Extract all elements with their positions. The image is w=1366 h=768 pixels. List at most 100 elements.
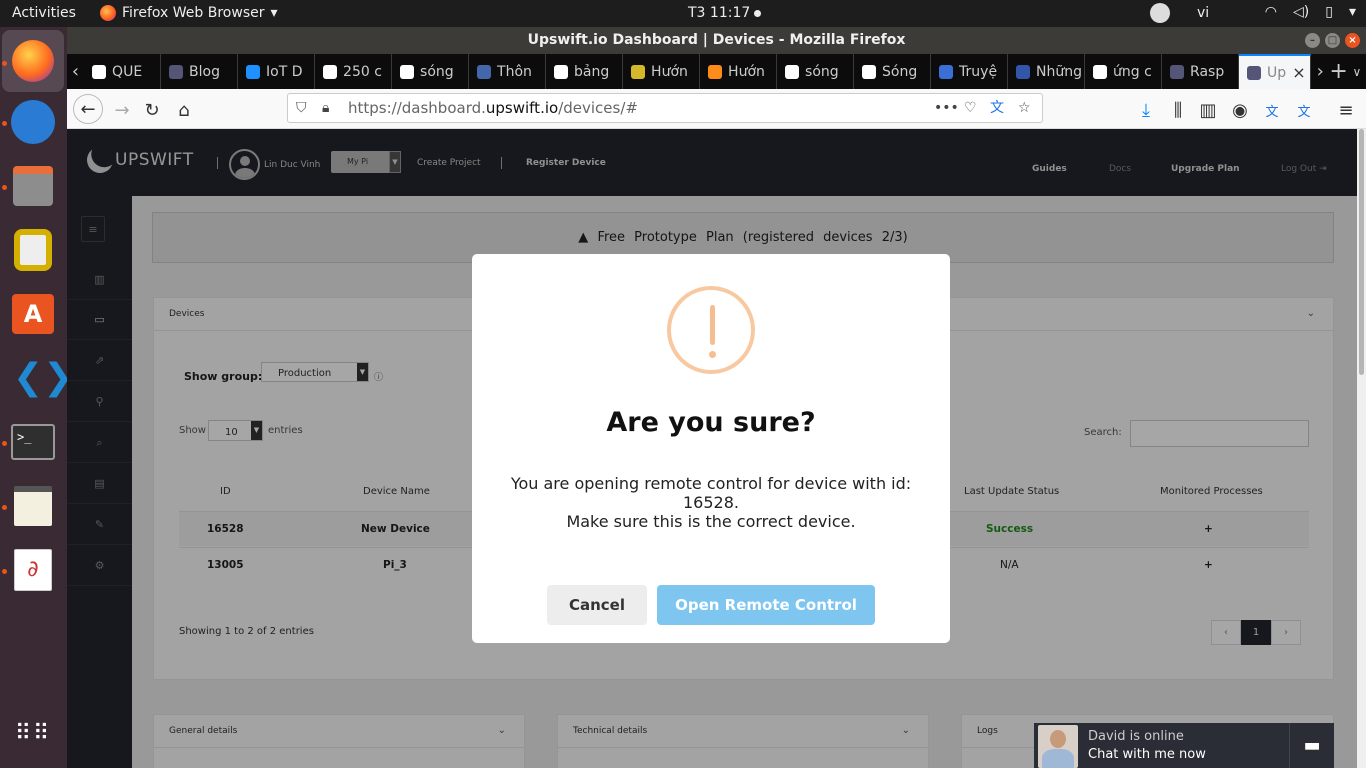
minimize-button[interactable]: –	[1305, 33, 1320, 48]
accessibility-icon[interactable]	[1150, 3, 1170, 23]
dialog-title: Are you sure?	[606, 407, 816, 438]
app-menu[interactable]: Firefox Web Browser ▾	[100, 5, 278, 21]
home-button[interactable]: ⌂	[171, 97, 197, 123]
extension-google-translate-icon[interactable]: 文	[1291, 97, 1317, 123]
modal-backdrop-header[interactable]	[67, 129, 1357, 196]
favicon-icon	[785, 64, 800, 79]
dock-rhythmbox[interactable]	[8, 225, 58, 275]
browser-tab[interactable]: Rasp	[1162, 54, 1240, 89]
tab-scroll-right-button[interactable]: ›	[1311, 54, 1329, 89]
translate-icon[interactable]: 文	[990, 94, 1004, 122]
browser-tab[interactable]: bảng	[546, 54, 624, 89]
tab-label: Truyệ	[959, 63, 998, 80]
favicon-icon	[1016, 64, 1031, 79]
system-menu[interactable]: ◠ ◁) ▯ ▾	[1265, 4, 1356, 20]
menu-icon[interactable]: ≡	[1333, 97, 1359, 123]
browser-tab[interactable]: Truyệ	[931, 54, 1009, 89]
dialog-message-line: You are opening remote control for devic…	[510, 474, 912, 512]
tab-strip: ‹ QUE Blog IoT D 250 c sóng Thôn bảng Hướn Hướn s…	[67, 54, 1366, 89]
dock-thunderbird[interactable]	[8, 97, 58, 147]
browser-tab[interactable]: Những	[1008, 54, 1086, 89]
tracking-protection-icon[interactable]: ⛉	[296, 94, 307, 122]
window-titlebar: Upswift.io Dashboard | Devices - Mozilla…	[67, 27, 1366, 54]
dock-terminal[interactable]: >_	[8, 417, 58, 467]
dock-software[interactable]: A	[8, 289, 58, 339]
running-indicator	[2, 441, 7, 446]
url-bar[interactable]: ⛉ 🔒︎ https://dashboard.upswift.io/device…	[287, 93, 1043, 123]
bookmark-star-icon[interactable]: ☆	[1018, 94, 1031, 122]
firefox-icon	[100, 5, 116, 21]
running-indicator	[2, 61, 7, 66]
wifi-icon: ◠	[1264, 4, 1278, 20]
tab-label: Up	[1267, 64, 1287, 81]
running-indicator	[2, 121, 7, 126]
terminal-icon: >_	[11, 424, 55, 460]
sidebar-toggle-icon[interactable]: ▥	[1195, 97, 1221, 123]
vscode-icon: ❮❯	[13, 357, 74, 398]
dock-vscode[interactable]: ❮❯	[8, 353, 74, 403]
library-icon[interactable]: ⫼	[1165, 97, 1191, 123]
browser-tab[interactable]: Thôn	[469, 54, 547, 89]
extension-translate-icon[interactable]: 文	[1259, 97, 1285, 123]
url-host: upswift.io	[485, 99, 559, 117]
tab-label: 250 c	[343, 63, 382, 80]
clock[interactable]: T3 11:17	[688, 5, 761, 21]
chat-widget[interactable]: David is online Chat with me now ▬	[1034, 723, 1334, 768]
tab-list-button[interactable]: ∨	[1348, 54, 1366, 89]
browser-tab[interactable]: Blog	[161, 54, 239, 89]
favicon-icon	[400, 64, 415, 79]
chevron-down-icon: ▾	[1348, 4, 1356, 20]
activities-button[interactable]: Activities	[12, 5, 76, 21]
scrollbar-thumb[interactable]	[1359, 129, 1364, 375]
volume-icon: ◁)	[1293, 4, 1310, 20]
browser-tab[interactable]: 250 c	[315, 54, 393, 89]
open-remote-control-button[interactable]: Open Remote Control	[657, 585, 875, 625]
tab-scroll-left-button[interactable]: ‹	[67, 54, 84, 89]
chevron-down-icon: ▾	[270, 5, 278, 21]
close-tab-icon[interactable]: ×	[1292, 63, 1305, 82]
page-scrollbar[interactable]	[1357, 129, 1366, 768]
browser-tab[interactable]: sóng	[392, 54, 470, 89]
account-icon[interactable]: ◉	[1227, 97, 1253, 123]
browser-tab[interactable]: Sóng	[854, 54, 932, 89]
tab-label: Rasp	[1190, 63, 1225, 80]
page-actions-icon[interactable]: •••	[934, 94, 959, 122]
url-prefix: https://dashboard.	[348, 99, 486, 117]
favicon-icon	[323, 64, 338, 79]
dock-files[interactable]	[8, 161, 58, 211]
favicon-icon	[477, 64, 492, 79]
show-applications-button[interactable]: ⠿⠿	[8, 709, 58, 759]
browser-tab[interactable]: Up ×	[1239, 54, 1312, 89]
window-title: Upswift.io Dashboard | Devices - Mozilla…	[527, 32, 906, 48]
maximize-button[interactable]: □	[1325, 33, 1340, 48]
chat-bubble-icon[interactable]: ▬	[1289, 723, 1334, 768]
cancel-button[interactable]: Cancel	[547, 585, 647, 625]
lock-icon[interactable]: 🔒︎	[322, 94, 329, 122]
browser-tab[interactable]: Hướn	[623, 54, 701, 89]
pocket-icon[interactable]: ♡	[964, 94, 977, 122]
files-icon	[13, 166, 53, 206]
input-language[interactable]: vi	[1197, 5, 1209, 21]
downloads-icon[interactable]: ⤓	[1133, 97, 1159, 123]
dock-document-viewer[interactable]: ∂	[8, 545, 58, 595]
back-button[interactable]: ←	[73, 94, 103, 124]
browser-tab[interactable]: QUE	[84, 54, 162, 89]
browser-tab[interactable]: IoT D	[238, 54, 316, 89]
favicon-icon	[169, 64, 184, 79]
warning-icon	[667, 286, 755, 374]
forward-button[interactable]: →	[109, 97, 135, 123]
new-tab-button[interactable]: +	[1329, 54, 1347, 89]
dock-text-editor[interactable]	[8, 481, 58, 531]
thunderbird-icon	[11, 100, 55, 144]
reload-button[interactable]: ↻	[139, 97, 165, 123]
browser-tab[interactable]: ứng c	[1085, 54, 1163, 89]
agent-avatar	[1038, 725, 1078, 768]
tab-label: Những	[1036, 63, 1083, 80]
url-path: /devices/#	[558, 99, 638, 117]
close-window-button[interactable]: ×	[1345, 33, 1360, 48]
web-page: UPSWIFT Lin Duc Vinh My Pi ▼ Create Proj…	[67, 129, 1357, 768]
navigation-toolbar: ← → ↻ ⌂ ⛉ 🔒︎ https://dashboard.upswift.i…	[67, 89, 1366, 129]
dock-firefox[interactable]	[2, 30, 64, 92]
browser-tab[interactable]: sóng	[777, 54, 855, 89]
browser-tab[interactable]: Hướn	[700, 54, 778, 89]
